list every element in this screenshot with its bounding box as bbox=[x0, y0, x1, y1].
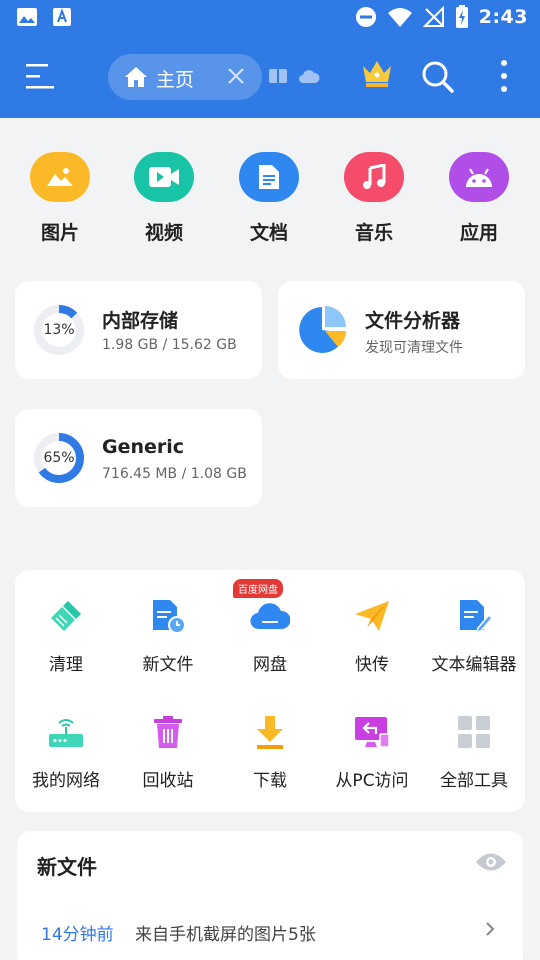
category-label: 视频 bbox=[144, 222, 183, 244]
file-analyzer-title: 文件分析器 bbox=[365, 310, 461, 332]
broom-icon bbox=[46, 596, 86, 636]
tool-clean[interactable]: 清理 bbox=[15, 596, 117, 675]
tool-label: 下载 bbox=[253, 771, 287, 791]
tool-label: 新文件 bbox=[142, 655, 194, 675]
search-icon bbox=[422, 61, 454, 93]
tool-label: 清理 bbox=[49, 655, 83, 675]
new-file-description: 来自手机截屏的图片5张 bbox=[135, 925, 316, 945]
status-time: 2:43 bbox=[478, 6, 528, 28]
netdisk-badge: 百度网盘 bbox=[233, 579, 283, 598]
text-editor-icon bbox=[454, 596, 494, 636]
tools-panel: 清理 新文件 网盘 快传 文本编辑器 我的网络 回收站 下载 从PC访问 全部工… bbox=[15, 570, 525, 812]
tool-label: 我的网络 bbox=[32, 771, 100, 791]
download-icon bbox=[250, 712, 290, 752]
category-label: 文档 bbox=[249, 222, 288, 244]
status-bar: 2:43 bbox=[0, 0, 540, 36]
app-bar: 主页 bbox=[0, 40, 540, 114]
vip-button[interactable] bbox=[360, 58, 394, 94]
generic-storage-usage: 716.45 MB / 1.08 GB bbox=[102, 466, 247, 482]
internal-storage-title: 内部存储 bbox=[102, 310, 179, 332]
tool-label: 回收站 bbox=[142, 771, 194, 791]
new-files-panel: 新文件 14分钟前 来自手机截屏的图片5张 bbox=[17, 831, 523, 960]
no-signal-icon bbox=[422, 6, 444, 27]
generic-storage-ring: 65% bbox=[33, 432, 85, 484]
new-file-icon bbox=[148, 596, 188, 636]
category-label: 音乐 bbox=[354, 222, 393, 244]
internal-storage-ring: 13% bbox=[33, 304, 85, 356]
menu-icon bbox=[26, 64, 54, 89]
internal-storage-usage: 1.98 GB / 15.62 GB bbox=[102, 337, 237, 353]
crown-icon bbox=[363, 61, 391, 87]
tool-quick-transfer[interactable]: 快传 bbox=[321, 596, 423, 675]
tool-label: 快传 bbox=[355, 655, 389, 675]
category-videos[interactable]: 视频 bbox=[119, 152, 209, 245]
chevron-right-icon bbox=[486, 922, 495, 936]
grid-icon bbox=[454, 712, 494, 752]
cloud-disk-icon bbox=[250, 596, 290, 636]
more-options-button[interactable] bbox=[496, 58, 512, 98]
gallery-notification-icon bbox=[17, 8, 37, 26]
tool-text-editor[interactable]: 文本编辑器 bbox=[423, 596, 525, 675]
window-icon bbox=[269, 69, 287, 83]
tool-new-files[interactable]: 新文件 bbox=[117, 596, 219, 675]
router-icon bbox=[46, 712, 86, 752]
tool-label: 全部工具 bbox=[440, 771, 508, 791]
wifi-icon bbox=[387, 8, 412, 27]
pie-chart-icon bbox=[299, 306, 346, 353]
top-bar: 2:43 主页 bbox=[0, 0, 540, 118]
cloud-icon bbox=[299, 70, 320, 83]
tool-netdisk[interactable]: 网盘 bbox=[219, 596, 321, 675]
do-not-disturb-icon bbox=[355, 7, 376, 27]
generic-storage-title: Generic bbox=[102, 436, 185, 458]
category-documents[interactable]: 文档 bbox=[224, 152, 314, 245]
tool-label: 从PC访问 bbox=[335, 771, 409, 791]
tool-pc-access[interactable]: 从PC访问 bbox=[321, 712, 423, 791]
category-row: 图片 视频 文档 音乐 应用 bbox=[0, 152, 540, 252]
category-apps[interactable]: 应用 bbox=[434, 152, 524, 245]
font-app-notification-icon bbox=[53, 8, 71, 26]
category-label: 应用 bbox=[459, 222, 498, 244]
home-tab-label: 主页 bbox=[156, 69, 195, 91]
file-analyzer-subtitle: 发现可清理文件 bbox=[365, 340, 463, 356]
images-icon bbox=[30, 152, 90, 202]
video-icon bbox=[134, 152, 194, 202]
tool-recycle-bin[interactable]: 回收站 bbox=[117, 712, 219, 791]
internal-storage-card[interactable]: 13% 内部存储 1.98 GB / 15.62 GB bbox=[15, 281, 262, 379]
close-tab-icon[interactable] bbox=[226, 66, 246, 86]
new-file-row[interactable]: 14分钟前 来自手机截屏的图片5张 bbox=[17, 911, 523, 951]
more-vertical-icon bbox=[501, 60, 507, 92]
music-icon bbox=[344, 152, 404, 202]
home-icon bbox=[125, 67, 147, 87]
home-tab[interactable]: 主页 bbox=[108, 54, 262, 100]
paper-plane-icon bbox=[352, 596, 392, 636]
tool-all-tools[interactable]: 全部工具 bbox=[423, 712, 525, 791]
tool-label: 文本编辑器 bbox=[431, 655, 517, 675]
menu-button[interactable] bbox=[22, 60, 58, 94]
search-button[interactable] bbox=[421, 60, 455, 98]
category-label: 图片 bbox=[40, 222, 79, 244]
file-analyzer-card[interactable]: 文件分析器 发现可清理文件 bbox=[278, 281, 525, 379]
category-music[interactable]: 音乐 bbox=[329, 152, 419, 245]
android-icon bbox=[449, 152, 509, 202]
category-images[interactable]: 图片 bbox=[15, 152, 105, 245]
trash-icon bbox=[148, 712, 188, 752]
window-indicators bbox=[268, 68, 320, 84]
new-file-time: 14分钟前 bbox=[41, 925, 114, 945]
tool-download[interactable]: 下载 bbox=[219, 712, 321, 791]
generic-storage-card[interactable]: 65% Generic 716.45 MB / 1.08 GB bbox=[15, 409, 262, 507]
new-files-title: 新文件 bbox=[37, 855, 97, 879]
battery-charging-icon bbox=[455, 5, 468, 28]
tool-my-network[interactable]: 我的网络 bbox=[15, 712, 117, 791]
eye-icon[interactable] bbox=[475, 851, 507, 873]
generic-storage-percent: 65% bbox=[43, 450, 75, 466]
pc-monitor-icon bbox=[352, 712, 392, 752]
tool-label: 网盘 bbox=[253, 655, 287, 675]
document-icon bbox=[239, 152, 299, 202]
internal-storage-percent: 13% bbox=[43, 322, 75, 338]
